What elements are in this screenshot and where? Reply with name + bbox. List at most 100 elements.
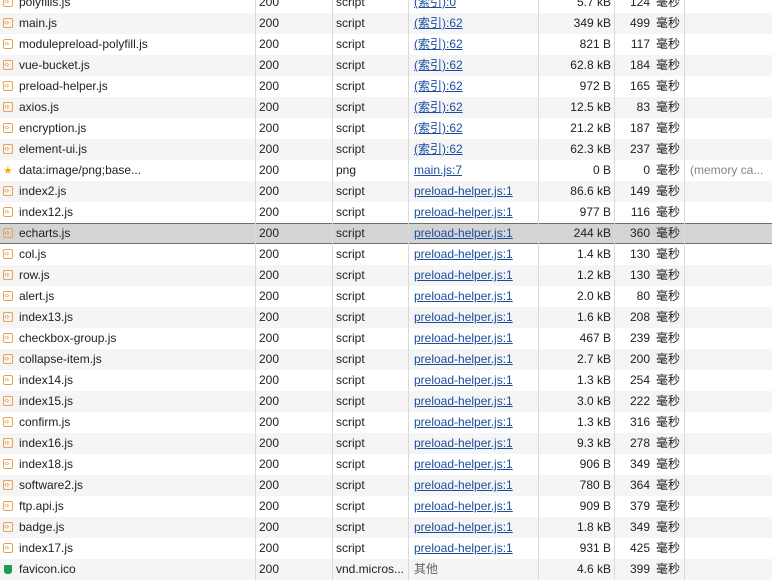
initiator-link[interactable]: preload-helper.js:1: [414, 391, 534, 412]
request-time-unit: 毫秒: [656, 499, 681, 513]
request-time-unit: 毫秒: [656, 310, 681, 324]
script-icon: [3, 139, 15, 160]
request-row[interactable]: software2.js 200 script preload-helper.js:1…: [0, 475, 772, 496]
request-size: 2.7 kB: [576, 352, 611, 366]
request-name: collapse-item.js: [19, 352, 102, 366]
request-row[interactable]: axios.js 200 script (索引):62 12.5 kB 83 毫秒: [0, 97, 772, 118]
script-icon: [3, 97, 15, 118]
request-row[interactable]: confirm.js 200 script preload-helper.js:1 1.…: [0, 412, 772, 433]
request-extra: [690, 517, 770, 538]
request-row[interactable]: polyfills.js 200 script (索引):0 5.7 kB 124 毫秒: [0, 0, 772, 13]
column-divider[interactable]: [255, 0, 256, 580]
initiator-link[interactable]: main.js:7: [414, 160, 534, 181]
script-icon: [3, 265, 15, 286]
request-time-unit: 毫秒: [656, 163, 681, 177]
request-status: 200: [259, 0, 280, 9]
request-time: 184: [629, 58, 650, 72]
initiator-link[interactable]: (索引):62: [414, 34, 534, 55]
request-row[interactable]: index16.js 200 script preload-helper.js:1 9.…: [0, 433, 772, 454]
request-status: 200: [259, 100, 280, 114]
initiator-link[interactable]: preload-helper.js:1: [414, 181, 534, 202]
initiator-link[interactable]: preload-helper.js:1: [414, 349, 534, 370]
request-status: 200: [259, 331, 280, 345]
request-row[interactable]: checkbox-group.js 200 script preload-helper…: [0, 328, 772, 349]
script-icon: [3, 286, 15, 307]
column-divider[interactable]: [332, 0, 333, 580]
request-time-unit: 毫秒: [656, 289, 681, 303]
request-row[interactable]: row.js 200 script preload-helper.js:1 1.2 kB…: [0, 265, 772, 286]
request-row[interactable]: badge.js 200 script preload-helper.js:1 1.8 …: [0, 517, 772, 538]
request-type: script: [336, 394, 365, 408]
initiator-link[interactable]: preload-helper.js:1: [414, 538, 534, 559]
initiator-link[interactable]: preload-helper.js:1: [414, 517, 534, 538]
initiator-link[interactable]: preload-helper.js:1: [414, 433, 534, 454]
request-type: script: [336, 478, 365, 492]
initiator-link[interactable]: (索引):62: [414, 76, 534, 97]
column-divider[interactable]: [538, 0, 539, 580]
request-time-unit: 毫秒: [656, 520, 681, 534]
initiator-link[interactable]: (索引):62: [414, 13, 534, 34]
request-row[interactable]: index15.js 200 script preload-helper.js:1 3.…: [0, 391, 772, 412]
initiator-link[interactable]: preload-helper.js:1: [414, 202, 534, 223]
column-divider[interactable]: [684, 0, 685, 580]
request-row[interactable]: main.js 200 script (索引):62 349 kB 499 毫秒: [0, 13, 772, 34]
initiator-link[interactable]: preload-helper.js:1: [414, 307, 534, 328]
request-status: 200: [259, 247, 280, 261]
request-row[interactable]: preload-helper.js 200 script (索引):62 972 B 16…: [0, 76, 772, 97]
request-extra: [690, 391, 770, 412]
initiator-link[interactable]: preload-helper.js:1: [414, 244, 534, 265]
initiator-link[interactable]: preload-helper.js:1: [414, 454, 534, 475]
request-row[interactable]: ftp.api.js 200 script preload-helper.js:1 90…: [0, 496, 772, 517]
request-row[interactable]: modulepreload-polyfill.js 200 script (索引):6…: [0, 34, 772, 55]
request-row[interactable]: alert.js 200 script preload-helper.js:1 2.0 …: [0, 286, 772, 307]
request-time-unit: 毫秒: [656, 436, 681, 450]
request-row[interactable]: index13.js 200 script preload-helper.js:1 1.…: [0, 307, 772, 328]
request-type: script: [336, 100, 365, 114]
request-type: script: [336, 520, 365, 534]
initiator-link[interactable]: (索引):0: [414, 0, 534, 13]
initiator-link[interactable]: (索引):62: [414, 55, 534, 76]
initiator-link[interactable]: preload-helper.js:1: [414, 223, 534, 244]
request-size: 5.7 kB: [576, 0, 611, 9]
column-divider[interactable]: [614, 0, 615, 580]
request-extra: [690, 139, 770, 160]
initiator-link[interactable]: (索引):62: [414, 118, 534, 139]
request-size: 821 B: [579, 37, 611, 51]
request-row[interactable]: element-ui.js 200 script (索引):62 62.3 kB 237 毫…: [0, 139, 772, 160]
request-row[interactable]: index18.js 200 script preload-helper.js:1 90…: [0, 454, 772, 475]
request-row[interactable]: index14.js 200 script preload-helper.js:1 1.…: [0, 370, 772, 391]
request-row[interactable]: echarts.js 200 script preload-helper.js:1 24…: [0, 223, 772, 244]
request-extra: [690, 55, 770, 76]
request-row[interactable]: collapse-item.js 200 script preload-helper.…: [0, 349, 772, 370]
request-status: 200: [259, 121, 280, 135]
request-row[interactable]: ★ data:image/png;base... 200 png main.js:7 0 …: [0, 160, 772, 181]
initiator-link[interactable]: preload-helper.js:1: [414, 496, 534, 517]
request-row[interactable]: index2.js 200 script preload-helper.js:1 86.…: [0, 181, 772, 202]
request-row[interactable]: col.js 200 script preload-helper.js:1 1.4 kB…: [0, 244, 772, 265]
initiator-link[interactable]: (索引):62: [414, 97, 534, 118]
script-icon: [3, 0, 15, 13]
request-time-unit: 毫秒: [656, 352, 681, 366]
initiator-link[interactable]: preload-helper.js:1: [414, 412, 534, 433]
request-row[interactable]: vue-bucket.js 200 script (索引):62 62.8 kB 184 毫…: [0, 55, 772, 76]
request-name: col.js: [19, 247, 47, 261]
request-row[interactable]: favicon.ico 200 vnd.micros... 其他 4.6 kB 399 毫秒: [0, 559, 772, 580]
request-status: 200: [259, 205, 280, 219]
initiator-link[interactable]: preload-helper.js:1: [414, 370, 534, 391]
initiator-link[interactable]: preload-helper.js:1: [414, 286, 534, 307]
request-row[interactable]: index12.js 200 script preload-helper.js:1 97…: [0, 202, 772, 223]
request-status: 200: [259, 436, 280, 450]
initiator-link[interactable]: preload-helper.js:1: [414, 328, 534, 349]
initiator-link[interactable]: preload-helper.js:1: [414, 475, 534, 496]
script-icon: [3, 538, 15, 559]
request-size: 12.5 kB: [570, 100, 611, 114]
column-divider[interactable]: [408, 0, 409, 580]
request-size: 1.2 kB: [576, 268, 611, 282]
request-row[interactable]: index17.js 200 script preload-helper.js:1 93…: [0, 538, 772, 559]
request-row[interactable]: encryption.js 200 script (索引):62 21.2 kB 187 毫…: [0, 118, 772, 139]
initiator-link[interactable]: preload-helper.js:1: [414, 265, 534, 286]
initiator-link[interactable]: (索引):62: [414, 139, 534, 160]
request-time: 124: [629, 0, 650, 9]
request-size: 931 B: [579, 541, 611, 555]
script-icon: [3, 244, 15, 265]
